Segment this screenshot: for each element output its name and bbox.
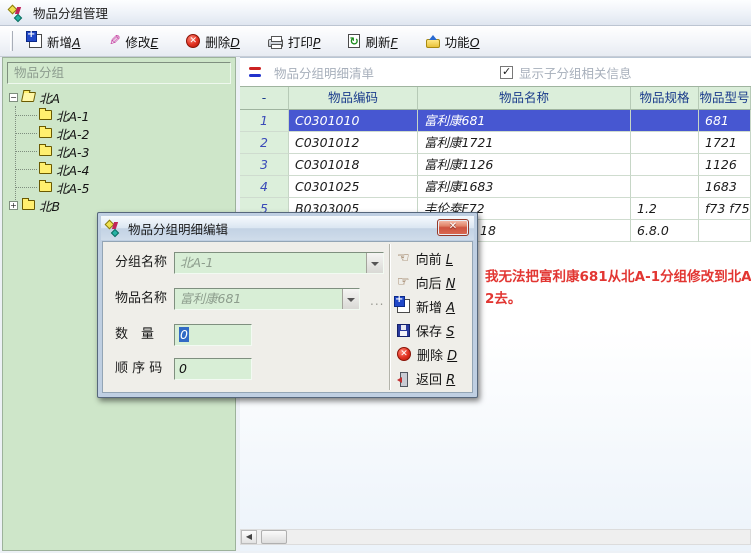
toolbar-grip[interactable]: [10, 31, 13, 51]
delete-icon: [186, 34, 200, 48]
detail-list-title: 物品分组明细清单: [274, 63, 374, 82]
detail-header-band: 物品分组明细清单 显示子分组相关信息: [240, 58, 751, 86]
folder-icon: [39, 110, 52, 120]
col-code[interactable]: 物品编码: [289, 87, 418, 110]
tree-item-beiA-3[interactable]: 北A-3: [3, 142, 235, 160]
show-subgroup-label: 显示子分组相关信息: [519, 63, 632, 82]
dialog-body: 分组名称 北A-1 物品名称 富利康681 ... 数 量 0 顺 序 码 0 …: [102, 241, 473, 393]
dialog-icon: [105, 220, 122, 236]
add-icon: [397, 299, 410, 313]
folder-icon: [39, 128, 52, 138]
dialog-title-bar[interactable]: 物品分组明细编辑: [101, 216, 474, 240]
horizontal-scrollbar[interactable]: ◀: [240, 529, 751, 545]
table-row[interactable]: 4 C0301025 富利康1683 1683: [240, 176, 751, 198]
window-title: 物品分组管理: [33, 3, 108, 22]
scroll-left-arrow-icon[interactable]: ◀: [241, 530, 257, 544]
dialog-title: 物品分组明细编辑: [128, 219, 228, 238]
expand-icon[interactable]: +: [9, 201, 18, 210]
chevron-down-icon[interactable]: [342, 289, 359, 309]
col-spec[interactable]: 物品规格: [631, 87, 699, 110]
tree-item-beiA[interactable]: − 北A: [3, 88, 235, 106]
table-row[interactable]: 2 C0301012 富利康1721 1721: [240, 132, 751, 154]
app-icon: [8, 5, 25, 21]
sequence-label: 顺 序 码: [115, 358, 162, 380]
col-name[interactable]: 物品名称: [418, 87, 631, 110]
save-icon: [397, 324, 410, 337]
edit-dialog: 物品分组明细编辑 分组名称 北A-1 物品名称 富利康681 ... 数 量 0…: [97, 212, 478, 398]
function-button[interactable]: 功能O: [418, 28, 490, 55]
app-window: 物品分组管理 新增A ✎ 修改E 删除D 打印P 刷新F 功能O 物: [0, 0, 751, 553]
dialog-add-button[interactable]: 新增 A: [395, 294, 470, 318]
group-tree: − 北A 北A-1 北A-2 北A-3 北A-4 北A-: [3, 88, 235, 214]
table-header-row: - 物品编码 物品名称 物品规格 物品型号: [240, 86, 751, 110]
tree-item-beiA-1[interactable]: 北A-1: [3, 106, 235, 124]
annotation-text: 我无法把富利康681从北A-1分组修改到北A-2去。: [485, 267, 751, 310]
title-bar: 物品分组管理: [0, 0, 751, 26]
return-icon: [397, 372, 410, 385]
item-name-combo[interactable]: 富利康681: [174, 288, 360, 310]
folder-icon: [39, 164, 52, 174]
main-toolbar: 新增A ✎ 修改E 删除D 打印P 刷新F 功能O: [0, 26, 751, 57]
folder-open-icon: [21, 92, 36, 102]
tree-item-beiA-5[interactable]: 北A-5: [3, 178, 235, 196]
dialog-delete-button[interactable]: 删除 D: [395, 342, 470, 366]
edit-button[interactable]: ✎ 修改E: [101, 28, 169, 55]
divider: [389, 244, 391, 390]
group-name-label: 分组名称: [115, 252, 167, 274]
collapse-icon[interactable]: −: [9, 93, 18, 102]
folder-icon: [39, 182, 52, 192]
return-button[interactable]: 返回 R: [395, 366, 470, 390]
previous-button[interactable]: ☜ 向前 L: [395, 246, 470, 270]
list-loop-icon: [248, 66, 264, 78]
function-icon: [426, 39, 440, 48]
col-model[interactable]: 物品型号: [699, 87, 751, 110]
add-icon: [29, 34, 42, 48]
close-icon[interactable]: [437, 219, 469, 236]
delete-icon: [397, 347, 411, 361]
next-button[interactable]: ☞ 向后 N: [395, 270, 470, 294]
add-button[interactable]: 新增A: [21, 28, 91, 55]
print-icon: [268, 39, 283, 47]
hand-right-icon: ☞: [397, 275, 410, 289]
scrollbar-thumb[interactable]: [261, 530, 287, 544]
item-name-label: 物品名称: [115, 288, 167, 310]
edit-icon: ✎: [109, 34, 121, 48]
dialog-button-panel: ☜ 向前 L ☞ 向后 N 新增 A 保存 S 删除 D: [395, 246, 470, 390]
refresh-icon: [348, 34, 360, 48]
refresh-button[interactable]: 刷新F: [340, 28, 407, 55]
delete-button[interactable]: 删除D: [178, 28, 250, 55]
tree-item-beiA-2[interactable]: 北A-2: [3, 124, 235, 142]
tree-item-beiA-4[interactable]: 北A-4: [3, 160, 235, 178]
quantity-label: 数 量: [115, 324, 154, 346]
chevron-down-icon[interactable]: [366, 253, 383, 273]
col-rownum[interactable]: -: [240, 87, 289, 110]
folder-icon: [39, 146, 52, 156]
item-name-more-button[interactable]: ...: [370, 294, 384, 308]
hand-left-icon: ☜: [397, 251, 410, 265]
quantity-field[interactable]: 0: [174, 324, 252, 346]
save-button[interactable]: 保存 S: [395, 318, 470, 342]
table-row[interactable]: 3 C0301018 富利康1126 1126: [240, 154, 751, 176]
show-subgroup-checkbox[interactable]: [500, 66, 513, 79]
group-name-combo[interactable]: 北A-1: [174, 252, 384, 274]
folder-icon: [22, 200, 35, 210]
sequence-field[interactable]: 0: [174, 358, 252, 380]
table-row[interactable]: 1 C0301010 富利康681 681: [240, 110, 751, 132]
group-filter-box[interactable]: 物品分组: [7, 62, 231, 84]
print-button[interactable]: 打印P: [260, 28, 331, 55]
